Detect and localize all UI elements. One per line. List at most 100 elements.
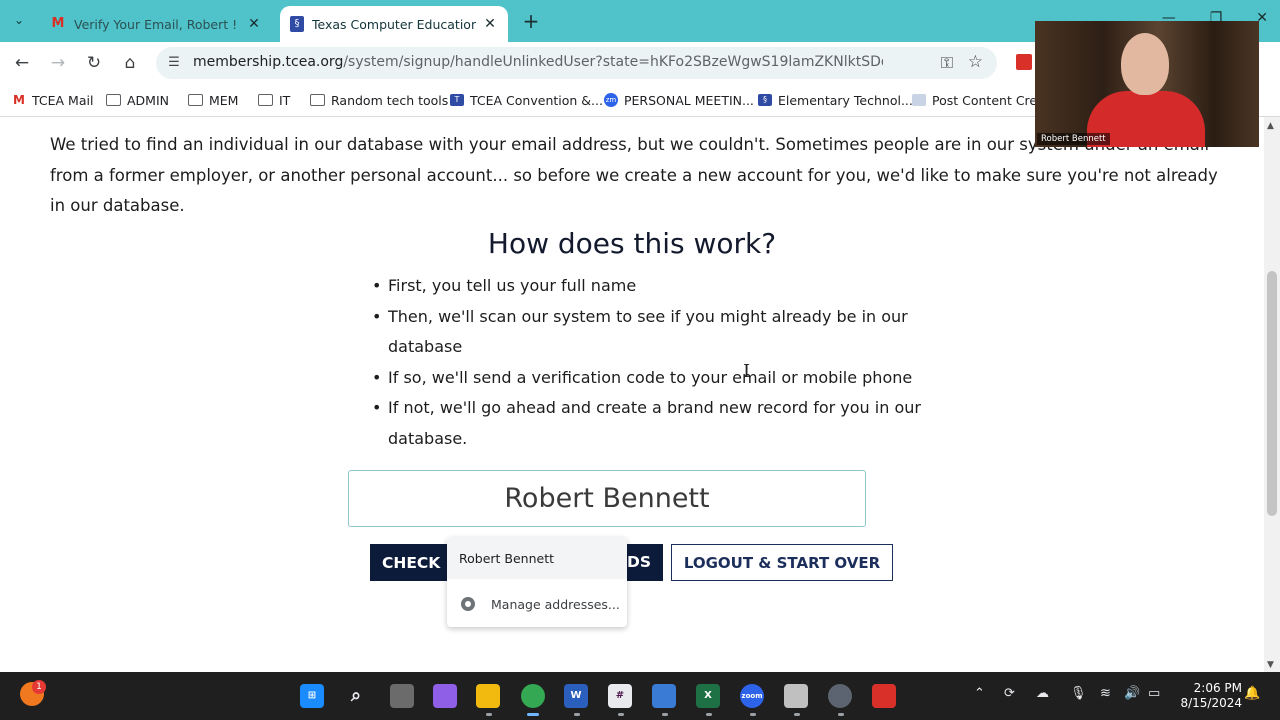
list-item: Then, we'll scan our system to see if yo… [372, 302, 928, 363]
search-icon[interactable]: ⌕ [344, 684, 368, 708]
running-indicator [618, 713, 624, 716]
clock[interactable]: 2:06 PM 8/15/2024 [1180, 681, 1242, 711]
bookmark-random-tech-tools[interactable]: Random tech tools [310, 92, 448, 108]
chrome-icon [461, 597, 475, 611]
webcam-overlay: Robert Bennett [1035, 21, 1259, 147]
wifi-icon[interactable]: ≋ [1100, 686, 1111, 701]
bookmark-label: ADMIN [127, 92, 169, 108]
bookmark-label: MEM [209, 92, 239, 108]
bookmark-post-content[interactable]: Post Content Creati [912, 92, 1053, 108]
reload-icon[interactable]: ↻ [82, 51, 106, 75]
steps-list: First, you tell us your full name Then, … [372, 271, 928, 454]
taskbar: 1 ⊞ ⌕ W # X zoom ⌃ ⟳ ☁ 🎙 ≋ 🔊 ▭ 2:06 PM 8… [0, 672, 1280, 720]
address-bar[interactable]: ☰ membership.tcea.org/system/signup/hand… [156, 47, 997, 79]
bookmark-star-icon[interactable]: ☆ [968, 52, 983, 72]
scroll-up-icon[interactable]: ▲ [1267, 121, 1274, 131]
bookmark-tcea-mail[interactable]: M TCEA Mail [12, 92, 93, 108]
scroll-down-icon[interactable]: ▼ [1267, 660, 1274, 670]
person-head [1121, 33, 1169, 95]
bookmark-mem[interactable]: MEM [188, 92, 238, 108]
tab-title: Texas Computer Education Asso [312, 16, 476, 32]
site-info-icon[interactable]: ☰ [166, 55, 182, 71]
onedrive-cloud-icon[interactable]: ☁ [1036, 686, 1049, 701]
acrobat-icon[interactable] [872, 684, 896, 708]
url-text[interactable]: membership.tcea.org/system/signup/handle… [193, 54, 883, 70]
task-view-icon[interactable] [390, 684, 414, 708]
folder-icon [188, 94, 203, 106]
battery-icon[interactable]: ▭ [1148, 686, 1160, 701]
close-icon[interactable]: ✕ [482, 16, 498, 32]
page-icon [912, 94, 926, 106]
logout-start-over-button[interactable]: LOGOUT & START OVER [671, 544, 893, 581]
text-cursor-icon: I [743, 361, 751, 382]
bookmark-elementary-technology[interactable]: § Elementary Technol... [758, 92, 913, 108]
password-key-icon[interactable]: ⚿ [941, 53, 953, 73]
clock-date: 8/15/2024 [1180, 696, 1242, 710]
bookmark-it[interactable]: IT [258, 92, 290, 108]
check-button-label: CHECK [382, 554, 441, 572]
snipping-tool-icon[interactable] [784, 684, 808, 708]
notepad-icon[interactable] [652, 684, 676, 708]
forward-arrow-icon[interactable]: → [46, 51, 70, 75]
file-explorer-icon[interactable] [476, 684, 500, 708]
gmail-icon: M [13, 93, 25, 107]
copilot-icon[interactable] [433, 684, 457, 708]
chrome-taskbar-icon[interactable] [521, 684, 545, 708]
bookmark-label: Random tech tools [331, 92, 449, 108]
new-tab-button[interactable]: + [520, 10, 542, 32]
tcea-icon: § [758, 94, 772, 106]
bookmark-label: Elementary Technol... [778, 92, 913, 108]
bookmark-label: PERSONAL MEETIN... [624, 92, 754, 108]
manage-addresses-item[interactable]: Manage addresses... [447, 585, 627, 623]
manage-addresses-label: Manage addresses... [491, 596, 620, 612]
start-windows-icon[interactable]: ⊞ [300, 684, 324, 708]
sync-icon[interactable]: ⟳ [1004, 686, 1015, 701]
volume-icon[interactable]: 🔊 [1124, 686, 1140, 701]
home-icon[interactable]: ⌂ [118, 51, 142, 75]
full-name-input[interactable] [348, 470, 866, 527]
scroll-thumb[interactable] [1267, 271, 1277, 516]
notification-bell-icon[interactable]: 🔔 [1244, 686, 1260, 701]
acrobat-extension-icon[interactable] [1016, 54, 1032, 70]
running-indicator [662, 713, 668, 716]
excel-icon[interactable]: X [696, 684, 720, 708]
close-icon[interactable]: ✕ [246, 16, 262, 32]
autofill-dropdown: Robert Bennett Manage addresses... [447, 537, 627, 627]
tray-chevron-icon[interactable]: ⌃ [974, 686, 985, 701]
running-indicator [706, 713, 712, 716]
running-indicator [574, 713, 580, 716]
tab-search-chevron-icon[interactable]: ⌄ [6, 8, 32, 32]
page-content: We tried to find an individual in our da… [0, 117, 1264, 672]
tcea-icon: T [450, 94, 464, 106]
word-icon[interactable]: W [564, 684, 588, 708]
back-arrow-icon[interactable]: ← [10, 51, 34, 75]
bookmark-label: TCEA Mail [32, 92, 94, 108]
notification-badge: 1 [32, 680, 46, 694]
autofill-suggestion[interactable]: Robert Bennett [447, 537, 627, 579]
running-indicator [486, 713, 492, 716]
list-item: If not, we'll go ahead and create a bran… [372, 393, 928, 454]
bookmark-personal-meeting[interactable]: zm PERSONAL MEETIN... [604, 92, 754, 108]
tab-title: Verify Your Email, Robert ! - rbe [74, 16, 240, 32]
bookmark-label: TCEA Convention &... [470, 92, 603, 108]
folder-icon [310, 94, 325, 106]
zoom-icon: zm [604, 93, 618, 107]
url-path: /system/signup/handleUnlinkedUser?state=… [343, 54, 883, 70]
bookmark-tcea-convention[interactable]: T TCEA Convention &... [450, 92, 603, 108]
tcea-icon: § [290, 16, 304, 32]
folder-icon [258, 94, 273, 106]
slack-icon[interactable]: # [608, 684, 632, 708]
bookmark-label: IT [279, 92, 291, 108]
running-indicator [794, 713, 800, 716]
tab-gmail[interactable]: M Verify Your Email, Robert ! - rbe ✕ [40, 6, 272, 42]
url-host: membership.tcea.org [193, 54, 344, 70]
microphone-icon[interactable]: 🎙 [1070, 686, 1087, 701]
tab-tcea[interactable]: § Texas Computer Education Asso ✕ [280, 6, 508, 42]
zoom-taskbar-icon[interactable]: zoom [740, 684, 764, 708]
page-scrollbar[interactable]: ▲ ▼ [1264, 117, 1280, 672]
bookmark-admin[interactable]: ADMIN [106, 92, 169, 108]
gmail-icon: M [51, 16, 65, 31]
settings-gear-icon[interactable] [828, 684, 852, 708]
check-button-label-tail: DS [626, 553, 651, 571]
clock-time: 2:06 PM [1193, 681, 1242, 695]
